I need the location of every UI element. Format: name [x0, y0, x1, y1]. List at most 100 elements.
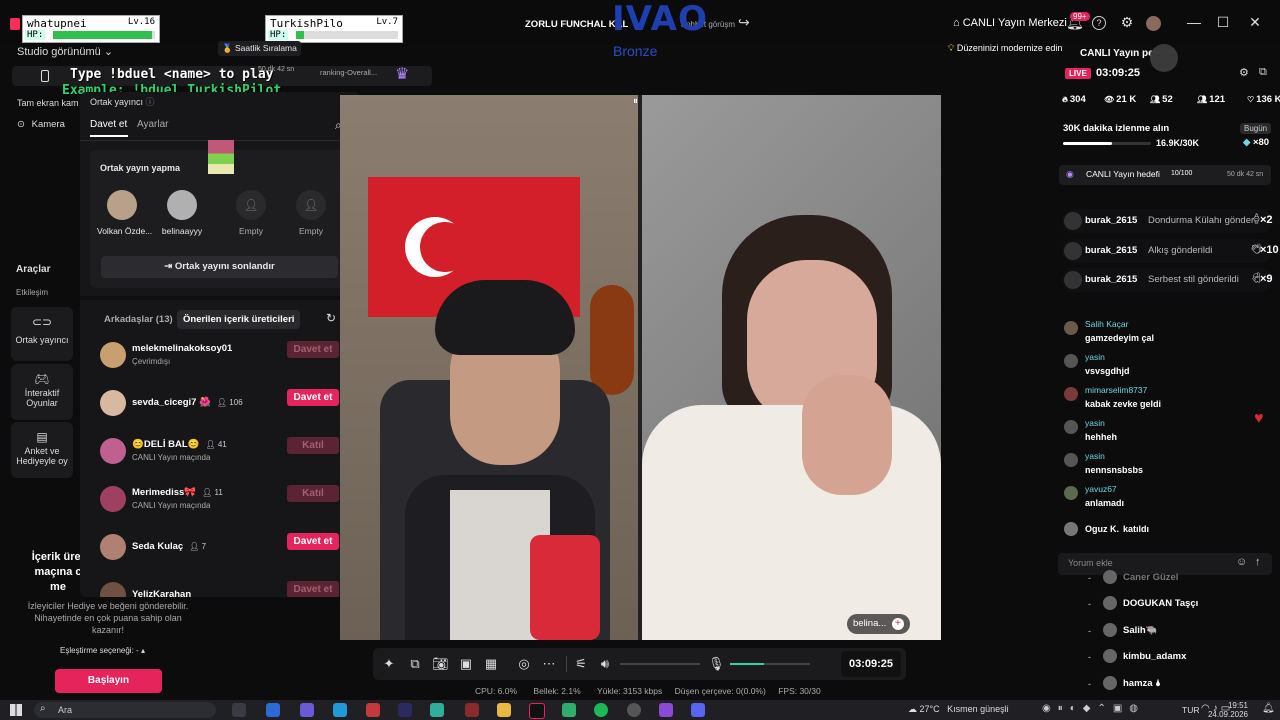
live-badge: LIVE: [1065, 68, 1091, 79]
camera-switch-icon[interactable]: 📷︎: [432, 656, 449, 672]
app-icon[interactable]: [398, 703, 412, 717]
tiktok-icon[interactable]: [529, 703, 545, 719]
start-button[interactable]: Başlayın: [55, 669, 162, 693]
minimize-icon[interactable]: —: [1186, 14, 1202, 30]
close-icon[interactable]: ✕: [1247, 14, 1263, 30]
live-goal-bar[interactable]: ◉ CANLI Yayın hedefi 10/100 50 dk 42 sn: [1059, 165, 1271, 185]
join-button[interactable]: Katıl: [287, 485, 339, 502]
slot-2[interactable]: belinaayyy: [157, 190, 207, 236]
viewer-count-value: 11: [214, 488, 223, 497]
caret-up-icon: ▴: [140, 646, 145, 655]
help-icon[interactable]: ?: [1092, 16, 1106, 30]
slot-3[interactable]: 👤︎ Empty: [226, 190, 276, 236]
mic-slider[interactable]: [730, 663, 810, 665]
mic-icon[interactable]: 🎙︎: [708, 656, 725, 672]
pip-icon[interactable]: ◎: [516, 656, 532, 672]
slot-2-name: belinaayyy: [161, 226, 203, 236]
edge-icon[interactable]: [333, 703, 347, 717]
poll-label: Anket ve Hediyeyle oy: [16, 446, 68, 466]
games-button[interactable]: 🎮︎ İnteraktif Oyunlar: [11, 364, 73, 420]
player2-hp-fill: [296, 31, 305, 39]
task-view-icon[interactable]: [232, 703, 246, 717]
app-icon[interactable]: [465, 703, 479, 717]
magic-icon[interactable]: ✦: [381, 656, 397, 672]
gift-count: ×2: [1260, 214, 1273, 226]
hourly-ranking-chip[interactable]: 🏅 Saatlik Sıralama: [218, 41, 301, 56]
record-dot-icon[interactable]: [490, 656, 506, 672]
creator-avatar: [100, 582, 126, 597]
maximize-icon[interactable]: ☐: [1215, 14, 1231, 30]
windows-store-icon[interactable]: [266, 703, 280, 717]
studio-view-dropdown[interactable]: Studio görünümü ⌄: [17, 45, 113, 58]
right-header-partial: CANLI Yayın pe: [1080, 48, 1154, 59]
notification-badge: 99+: [1070, 12, 1090, 21]
sliders-icon[interactable]: ⚟: [573, 656, 589, 672]
popout-icon[interactable]: ⧉: [1259, 66, 1267, 79]
emoji-icon[interactable]: ☺: [1236, 556, 1247, 568]
guest-name-tag[interactable]: belina... +: [847, 614, 910, 634]
invite-button[interactable]: Davet et: [287, 389, 339, 406]
browser-icon[interactable]: [430, 703, 444, 717]
cohost-label: Ortak yayıncı: [15, 335, 69, 345]
app-icon[interactable]: [366, 703, 380, 717]
viewer-avatar: [1103, 623, 1117, 637]
chat-avatar: [1064, 321, 1078, 335]
notification-center-icon[interactable]: 🔔︎: [1262, 703, 1275, 714]
sticker-icon[interactable]: ⧉: [407, 656, 423, 672]
modernize-tip[interactable]: 💡︎ Düzeninizi modernize edin: [948, 43, 1062, 54]
send-icon[interactable]: ↑: [1255, 556, 1261, 568]
split-handle-icon[interactable]: ⏸: [633, 96, 638, 107]
today-chip[interactable]: Bugün: [1240, 123, 1272, 134]
invite-button[interactable]: Davet et: [287, 533, 339, 550]
cohost-button[interactable]: ⊂⊃ Ortak yayıncı: [11, 307, 73, 361]
match-option[interactable]: Eşleştirme seçeneği: - ▴: [60, 646, 145, 655]
promo-title-2: maçına c: [34, 566, 82, 578]
streamer-avatar: [1150, 44, 1178, 72]
weather-widget[interactable]: ☁ 27°C Kısmen güneşli: [908, 704, 1009, 715]
tab-friends[interactable]: Arkadaşlar (13): [104, 314, 173, 325]
folder-icon[interactable]: [497, 703, 511, 717]
user-avatar[interactable]: [1146, 16, 1161, 31]
discord-icon[interactable]: [691, 703, 705, 717]
app-icon[interactable]: [562, 703, 576, 717]
command-instruction: Type !bduel <name> to play: [70, 67, 274, 82]
camera-item[interactable]: ⊙ Kamera: [17, 119, 65, 130]
tab-settings[interactable]: Ayarlar: [137, 119, 169, 130]
clock[interactable]: 19:51 24.09.2026: [1200, 701, 1248, 719]
end-cohost-button[interactable]: ⇥ Ortak yayını sonlandır: [101, 256, 338, 278]
share-icon[interactable]: ↪: [738, 14, 750, 31]
host-hair: [435, 280, 575, 355]
join-button[interactable]: Katıl: [287, 437, 339, 454]
viewer-name: hamza 🌢: [1123, 678, 1161, 689]
chat-text: anlamadı: [1085, 498, 1125, 508]
tab-suggested[interactable]: Önerilen içerik üreticileri: [177, 310, 301, 329]
invite-button[interactable]: Davet et: [287, 341, 339, 358]
tray-icons[interactable]: ◉⏸◐◆⌃▣◍: [1042, 703, 1145, 714]
slot-4[interactable]: 👤︎ Empty: [286, 190, 336, 236]
poll-button[interactable]: ▤ Anket ve Hediyeyle oy: [11, 422, 73, 478]
creator-status: CANLI Yayın maçında: [132, 501, 211, 510]
host-video: [340, 95, 638, 640]
tab-invite[interactable]: Davet et: [90, 119, 127, 130]
slot-1[interactable]: Volkan Özde...: [97, 190, 152, 236]
right-gear-icon[interactable]: ⚙: [1239, 66, 1249, 79]
language-indicator[interactable]: TUR: [1182, 705, 1199, 715]
screen-icon[interactable]: ▣: [458, 656, 474, 672]
gear-icon[interactable]: ⚙: [1119, 14, 1135, 30]
start-icon[interactable]: [10, 704, 22, 716]
volume-icon[interactable]: 🔊︎: [597, 656, 613, 672]
app-icon[interactable]: [659, 703, 673, 717]
spotify-icon[interactable]: [594, 703, 608, 717]
volume-slider[interactable]: [620, 663, 700, 665]
stat-item: ♡ 136 K: [1247, 94, 1280, 105]
chat-avatar: [1064, 453, 1078, 467]
mic-fill: [730, 663, 764, 665]
refresh-icon[interactable]: ↻: [326, 311, 336, 325]
more-icon[interactable]: ⋯: [541, 656, 557, 672]
app-icon[interactable]: [627, 703, 641, 717]
live-center-button[interactable]: ⌂ CANLI Yayın Merkezi: [953, 17, 1067, 29]
taskbar-search[interactable]: ⌕ Ara: [34, 702, 216, 718]
creator-row: Merimediss🎀 👤︎ 11 CANLI Yayın maçında Katıl: [80, 480, 360, 520]
copilot-icon[interactable]: [300, 703, 314, 717]
invite-button[interactable]: Davet et: [287, 581, 339, 597]
